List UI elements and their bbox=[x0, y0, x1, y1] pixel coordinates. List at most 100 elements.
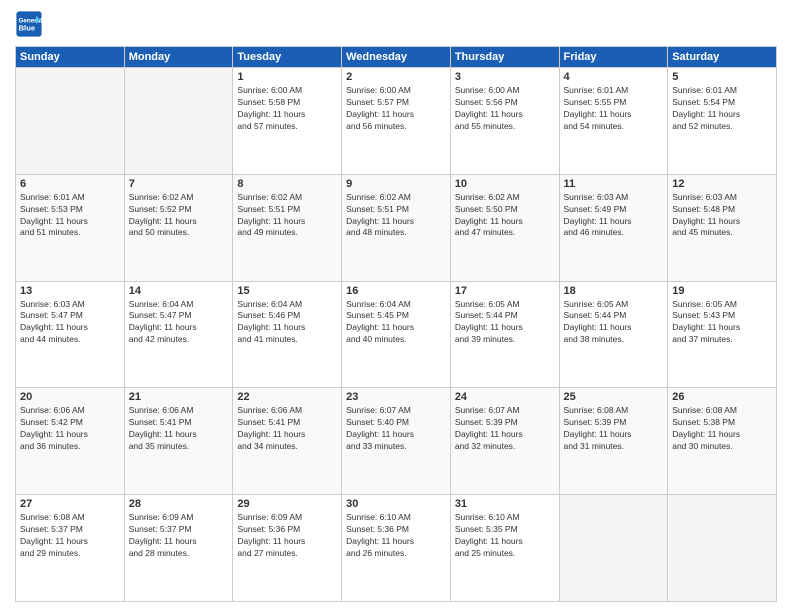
day-info: Sunrise: 6:06 AMSunset: 5:42 PMDaylight:… bbox=[20, 405, 120, 453]
day-number: 20 bbox=[20, 391, 120, 403]
day-number: 17 bbox=[455, 285, 555, 297]
day-number: 18 bbox=[564, 285, 664, 297]
svg-text:Blue: Blue bbox=[19, 23, 36, 32]
calendar-cell bbox=[16, 68, 125, 175]
day-info: Sunrise: 6:04 AMSunset: 5:47 PMDaylight:… bbox=[129, 299, 229, 347]
day-number: 21 bbox=[129, 391, 229, 403]
calendar-table: SundayMondayTuesdayWednesdayThursdayFrid… bbox=[15, 46, 777, 602]
calendar-cell: 5 Sunrise: 6:01 AMSunset: 5:54 PMDaylight… bbox=[668, 68, 777, 175]
day-number: 24 bbox=[455, 391, 555, 403]
day-info: Sunrise: 6:05 AMSunset: 5:44 PMDaylight:… bbox=[564, 299, 664, 347]
calendar-cell: 29 Sunrise: 6:09 AMSunset: 5:36 PMDayligh… bbox=[233, 495, 342, 602]
calendar-cell: 10Sunrise: 6:02 AMSunset: 5:50 PMDayligh… bbox=[450, 174, 559, 281]
day-number: 23 bbox=[346, 391, 446, 403]
weekday-header-saturday: Saturday bbox=[668, 47, 777, 68]
calendar-cell bbox=[668, 495, 777, 602]
day-number: 29 bbox=[237, 498, 337, 510]
header: General Blue bbox=[15, 10, 777, 38]
calendar-cell: 13Sunrise: 6:03 AMSunset: 5:47 PMDayligh… bbox=[16, 281, 125, 388]
day-info: Sunrise: 6:07 AMSunset: 5:39 PMDaylight:… bbox=[455, 405, 555, 453]
day-number: 11 bbox=[564, 178, 664, 190]
weekday-header-friday: Friday bbox=[559, 47, 668, 68]
calendar-cell: 24 Sunrise: 6:07 AMSunset: 5:39 PMDayligh… bbox=[450, 388, 559, 495]
page: General Blue SundayMondayTuesdayWednesda… bbox=[0, 0, 792, 612]
day-info: Sunrise: 6:07 AMSunset: 5:40 PMDaylight:… bbox=[346, 405, 446, 453]
day-number: 7 bbox=[129, 178, 229, 190]
calendar-cell: 30Sunrise: 6:10 AMSunset: 5:36 PMDayligh… bbox=[342, 495, 451, 602]
day-number: 15 bbox=[237, 285, 337, 297]
calendar-cell bbox=[124, 68, 233, 175]
day-info: Sunrise: 6:08 AMSunset: 5:37 PMDaylight:… bbox=[20, 512, 120, 560]
day-number: 2 bbox=[346, 71, 446, 83]
weekday-header-thursday: Thursday bbox=[450, 47, 559, 68]
calendar-cell: 3Sunrise: 6:00 AMSunset: 5:56 PMDaylight… bbox=[450, 68, 559, 175]
day-number: 19 bbox=[672, 285, 772, 297]
day-info: Sunrise: 6:09 AMSunset: 5:36 PMDaylight:… bbox=[237, 512, 337, 560]
calendar-cell: 4 Sunrise: 6:01 AMSunset: 5:55 PMDaylight… bbox=[559, 68, 668, 175]
day-info: Sunrise: 6:04 AMSunset: 5:45 PMDaylight:… bbox=[346, 299, 446, 347]
calendar-cell: 9 Sunrise: 6:02 AMSunset: 5:51 PMDaylight… bbox=[342, 174, 451, 281]
calendar-cell: 20 Sunrise: 6:06 AMSunset: 5:42 PMDayligh… bbox=[16, 388, 125, 495]
calendar-cell: 17 Sunrise: 6:05 AMSunset: 5:44 PMDayligh… bbox=[450, 281, 559, 388]
logo: General Blue bbox=[15, 10, 49, 38]
calendar-cell: 26 Sunrise: 6:08 AMSunset: 5:38 PMDayligh… bbox=[668, 388, 777, 495]
day-number: 14 bbox=[129, 285, 229, 297]
calendar-cell: 11 Sunrise: 6:03 AMSunset: 5:49 PMDayligh… bbox=[559, 174, 668, 281]
logo-icon: General Blue bbox=[15, 10, 43, 38]
calendar-cell: 27 Sunrise: 6:08 AMSunset: 5:37 PMDayligh… bbox=[16, 495, 125, 602]
weekday-header-monday: Monday bbox=[124, 47, 233, 68]
day-info: Sunrise: 6:03 AMSunset: 5:49 PMDaylight:… bbox=[564, 192, 664, 240]
day-number: 27 bbox=[20, 498, 120, 510]
day-info: Sunrise: 6:01 AMSunset: 5:55 PMDaylight:… bbox=[564, 85, 664, 133]
calendar-cell: 7 Sunrise: 6:02 AMSunset: 5:52 PMDaylight… bbox=[124, 174, 233, 281]
day-info: Sunrise: 6:02 AMSunset: 5:52 PMDaylight:… bbox=[129, 192, 229, 240]
day-number: 8 bbox=[237, 178, 337, 190]
day-number: 31 bbox=[455, 498, 555, 510]
calendar-cell: 14 Sunrise: 6:04 AMSunset: 5:47 PMDayligh… bbox=[124, 281, 233, 388]
day-number: 13 bbox=[20, 285, 120, 297]
weekday-header-wednesday: Wednesday bbox=[342, 47, 451, 68]
day-info: Sunrise: 6:06 AMSunset: 5:41 PMDaylight:… bbox=[237, 405, 337, 453]
day-number: 12 bbox=[672, 178, 772, 190]
day-info: Sunrise: 6:06 AMSunset: 5:41 PMDaylight:… bbox=[129, 405, 229, 453]
day-number: 16 bbox=[346, 285, 446, 297]
calendar-cell: 22 Sunrise: 6:06 AMSunset: 5:41 PMDayligh… bbox=[233, 388, 342, 495]
day-info: Sunrise: 6:01 AMSunset: 5:54 PMDaylight:… bbox=[672, 85, 772, 133]
day-info: Sunrise: 6:08 AMSunset: 5:39 PMDaylight:… bbox=[564, 405, 664, 453]
day-number: 25 bbox=[564, 391, 664, 403]
day-info: Sunrise: 6:02 AMSunset: 5:51 PMDaylight:… bbox=[346, 192, 446, 240]
day-number: 6 bbox=[20, 178, 120, 190]
day-number: 4 bbox=[564, 71, 664, 83]
day-info: Sunrise: 6:08 AMSunset: 5:38 PMDaylight:… bbox=[672, 405, 772, 453]
calendar-cell bbox=[559, 495, 668, 602]
calendar-cell: 21 Sunrise: 6:06 AMSunset: 5:41 PMDayligh… bbox=[124, 388, 233, 495]
day-info: Sunrise: 6:05 AMSunset: 5:44 PMDaylight:… bbox=[455, 299, 555, 347]
day-info: Sunrise: 6:10 AMSunset: 5:35 PMDaylight:… bbox=[455, 512, 555, 560]
day-info: Sunrise: 6:00 AMSunset: 5:56 PMDaylight:… bbox=[455, 85, 555, 133]
calendar-cell: 23 Sunrise: 6:07 AMSunset: 5:40 PMDayligh… bbox=[342, 388, 451, 495]
day-info: Sunrise: 6:03 AMSunset: 5:48 PMDaylight:… bbox=[672, 192, 772, 240]
day-number: 26 bbox=[672, 391, 772, 403]
calendar-cell: 18 Sunrise: 6:05 AMSunset: 5:44 PMDayligh… bbox=[559, 281, 668, 388]
calendar-cell: 6 Sunrise: 6:01 AMSunset: 5:53 PMDaylight… bbox=[16, 174, 125, 281]
day-info: Sunrise: 6:01 AMSunset: 5:53 PMDaylight:… bbox=[20, 192, 120, 240]
calendar-cell: 25 Sunrise: 6:08 AMSunset: 5:39 PMDayligh… bbox=[559, 388, 668, 495]
day-number: 28 bbox=[129, 498, 229, 510]
calendar-cell: 1 Sunrise: 6:00 AMSunset: 5:58 PMDaylight… bbox=[233, 68, 342, 175]
calendar-cell: 28Sunrise: 6:09 AMSunset: 5:37 PMDayligh… bbox=[124, 495, 233, 602]
calendar-cell: 15Sunrise: 6:04 AMSunset: 5:46 PMDayligh… bbox=[233, 281, 342, 388]
day-number: 5 bbox=[672, 71, 772, 83]
calendar-cell: 16 Sunrise: 6:04 AMSunset: 5:45 PMDayligh… bbox=[342, 281, 451, 388]
day-info: Sunrise: 6:05 AMSunset: 5:43 PMDaylight:… bbox=[672, 299, 772, 347]
calendar-cell: 19 Sunrise: 6:05 AMSunset: 5:43 PMDayligh… bbox=[668, 281, 777, 388]
day-number: 10 bbox=[455, 178, 555, 190]
day-info: Sunrise: 6:10 AMSunset: 5:36 PMDaylight:… bbox=[346, 512, 446, 560]
day-number: 9 bbox=[346, 178, 446, 190]
calendar-cell: 2 Sunrise: 6:00 AMSunset: 5:57 PMDaylight… bbox=[342, 68, 451, 175]
day-info: Sunrise: 6:02 AMSunset: 5:51 PMDaylight:… bbox=[237, 192, 337, 240]
calendar-cell: 8 Sunrise: 6:02 AMSunset: 5:51 PMDaylight… bbox=[233, 174, 342, 281]
day-info: Sunrise: 6:00 AMSunset: 5:58 PMDaylight:… bbox=[237, 85, 337, 133]
day-number: 1 bbox=[237, 71, 337, 83]
day-info: Sunrise: 6:00 AMSunset: 5:57 PMDaylight:… bbox=[346, 85, 446, 133]
day-number: 22 bbox=[237, 391, 337, 403]
